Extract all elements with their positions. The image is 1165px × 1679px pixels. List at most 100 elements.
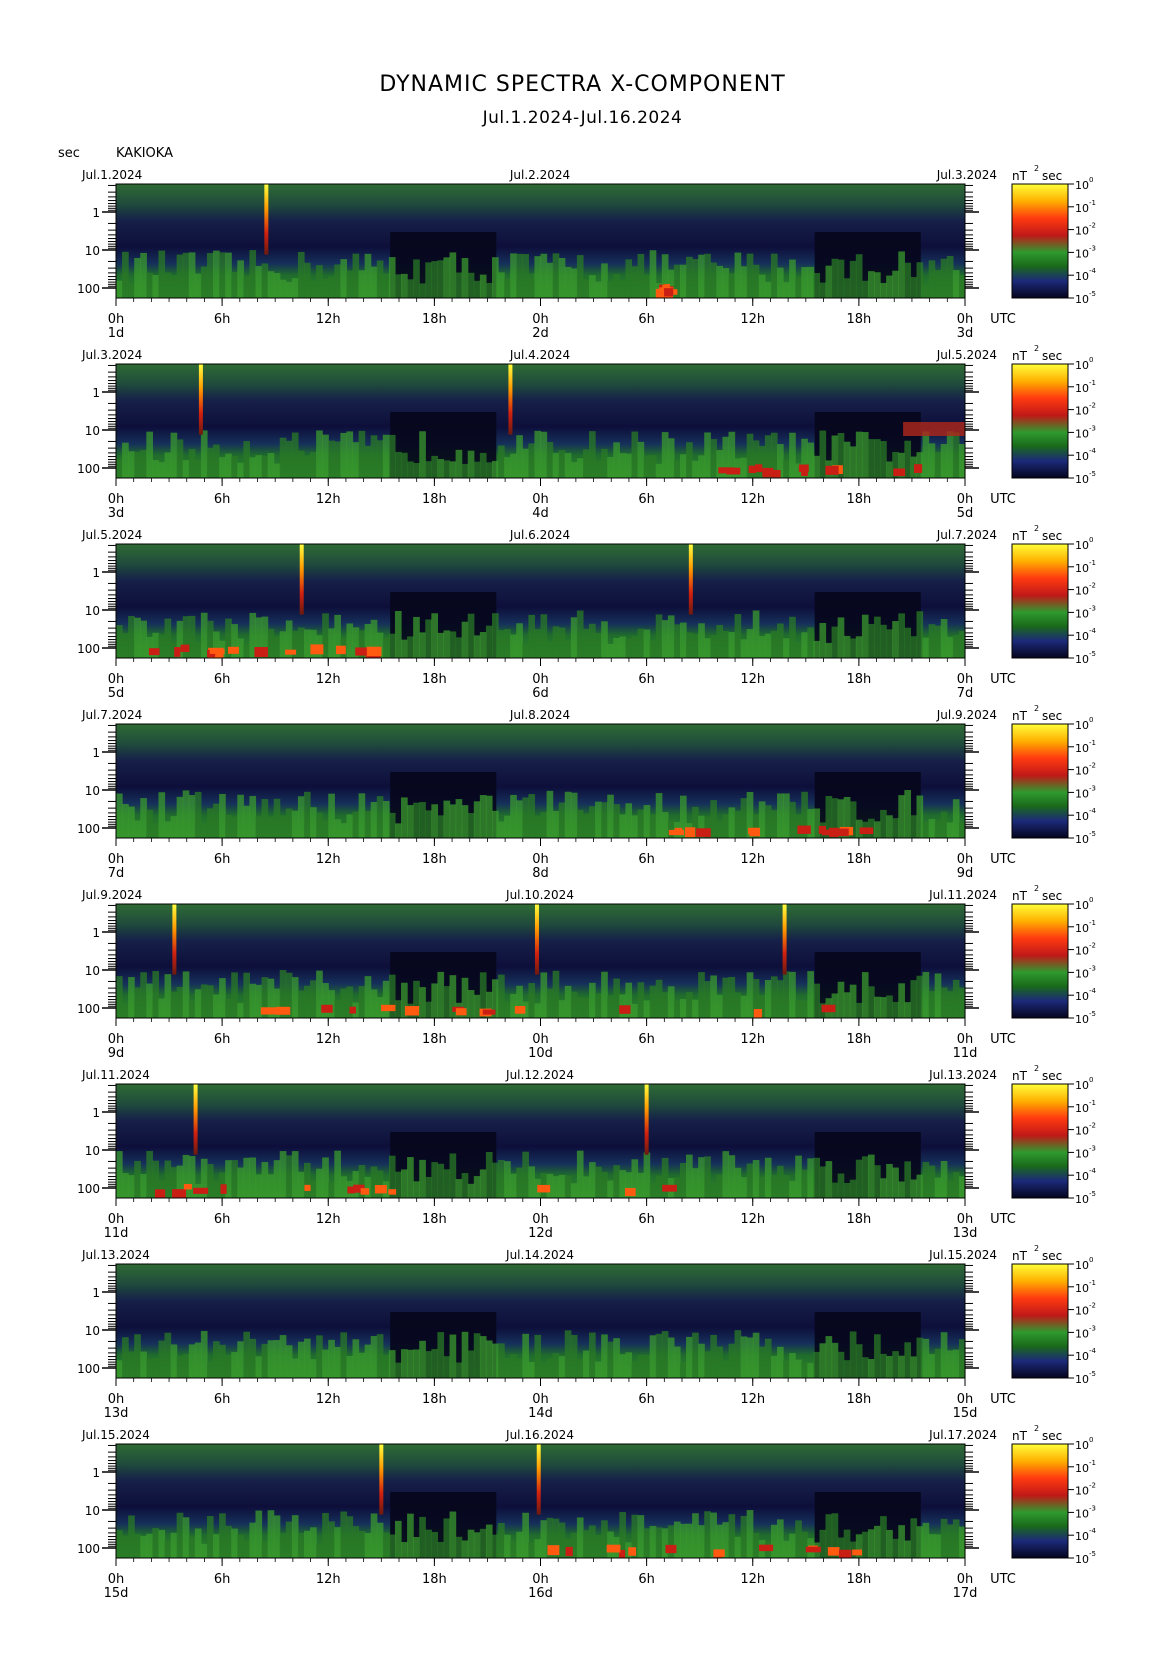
spectral-power-cell xyxy=(334,441,341,478)
spectral-power-cell xyxy=(461,1331,469,1378)
spectral-power-cell xyxy=(279,1532,287,1558)
panel-right-date: Jul.17.2024 xyxy=(928,1428,997,1442)
day-label: 15d xyxy=(104,1586,129,1601)
spectral-power-cell xyxy=(388,812,396,838)
spectral-power-cell xyxy=(491,810,499,838)
spectral-power-cell xyxy=(716,1174,724,1198)
spectral-power-cell xyxy=(182,460,190,478)
spectral-power-cell xyxy=(219,252,226,298)
spectral-power-cell xyxy=(880,1516,887,1558)
spectral-power-cell xyxy=(789,616,796,658)
colorbar-tick-label: 10 xyxy=(1075,293,1089,306)
spectral-power-cell xyxy=(310,1359,317,1378)
spectral-power-cell xyxy=(679,999,687,1018)
spectral-power-cell xyxy=(698,1157,705,1198)
spectral-power-cell xyxy=(795,1155,802,1198)
spectral-power-cell xyxy=(146,1150,153,1198)
spectral-power-cell xyxy=(485,625,493,658)
colorbar-tick-exponent: -4 xyxy=(1089,1347,1097,1355)
spectral-power-cell xyxy=(158,792,166,838)
spectral-power-cell xyxy=(498,974,505,1018)
spectral-power-cell xyxy=(740,639,748,658)
x-tick-label: 12h xyxy=(316,492,341,507)
high-power-cell xyxy=(285,649,297,655)
spectral-power-cell xyxy=(734,1330,742,1378)
colorbar-unit-sec: sec xyxy=(1042,169,1062,183)
spectral-power-cell xyxy=(419,431,426,478)
spectral-power-cell xyxy=(358,270,366,298)
spectral-power-cell xyxy=(188,1536,196,1558)
spectral-power-cell xyxy=(552,1353,560,1378)
spectral-power-cell xyxy=(667,438,675,478)
spectral-power-cell xyxy=(673,1346,681,1378)
spectral-power-cell xyxy=(837,259,845,298)
spectral-power-cell xyxy=(740,1336,748,1378)
spectral-power-cell xyxy=(128,1351,135,1378)
spectral-power-cell xyxy=(667,615,675,658)
colorbar xyxy=(1011,543,1069,659)
colorbar-unit-sec: sec xyxy=(1042,349,1062,363)
spectral-power-cell xyxy=(613,804,620,838)
x-tick-label: 6h xyxy=(638,1572,655,1587)
spectral-power-cell xyxy=(752,610,760,658)
spectral-power-cell xyxy=(686,1154,693,1198)
high-power-cell xyxy=(537,1184,551,1193)
spectral-power-cell xyxy=(643,1354,651,1378)
spectral-power-cell xyxy=(928,1353,936,1378)
spectral-power-cell xyxy=(467,990,475,1018)
colorbar-tick-label: 10 xyxy=(1075,1507,1089,1520)
spectral-power-cell xyxy=(716,450,724,478)
spectral-power-cell xyxy=(473,994,481,1018)
spectral-power-cell xyxy=(783,638,790,658)
spectral-power-cell xyxy=(249,795,257,838)
spectral-power-cell xyxy=(643,805,651,838)
spectral-power-cell xyxy=(461,621,469,658)
colorbar-tick-label: 10 xyxy=(1075,450,1089,463)
spectral-power-cell xyxy=(467,813,475,838)
spectral-power-cell xyxy=(431,1162,439,1198)
broadband-spike xyxy=(198,364,203,435)
spectral-power-cell xyxy=(922,821,930,838)
y-tick-label: 1 xyxy=(92,566,100,580)
spectral-power-cell xyxy=(504,1161,511,1198)
spectral-power-cell xyxy=(164,618,172,658)
spectral-power-cell xyxy=(880,1353,887,1378)
spectral-power-cell xyxy=(843,635,851,658)
spectral-power-cell xyxy=(322,820,329,838)
spectral-power-cell xyxy=(867,439,875,478)
spectral-power-cell xyxy=(576,255,584,298)
spectral-power-cell xyxy=(358,1531,366,1558)
colorbar-tick-label: 10 xyxy=(1075,1259,1089,1272)
high-power-cell xyxy=(381,1004,396,1012)
spectral-power-cell xyxy=(425,619,432,658)
spectral-power-cell xyxy=(261,1161,269,1198)
spectral-power-cell xyxy=(643,1000,651,1018)
spectral-power-cell xyxy=(510,634,517,658)
spectral-power-cell xyxy=(213,250,220,298)
spectral-power-cell xyxy=(140,1174,147,1198)
spectral-power-cell xyxy=(128,283,135,298)
spectral-power-cell xyxy=(722,630,730,658)
spectral-power-cell xyxy=(874,821,881,838)
spectral-power-cell xyxy=(473,1333,481,1378)
spectral-power-cell xyxy=(770,630,778,658)
broadband-spike xyxy=(264,184,269,255)
spectral-power-cell xyxy=(140,798,147,838)
spectral-power-cell xyxy=(595,993,602,1018)
spectral-power-cell xyxy=(401,452,408,478)
y-tick-label: 10 xyxy=(85,424,100,438)
colorbar-tick-exponent: 0 xyxy=(1089,356,1093,364)
spectral-power-cell xyxy=(880,1178,887,1198)
spectral-power-cell xyxy=(546,262,554,298)
spectral-power-cell xyxy=(303,1162,311,1198)
x-tick-label: 0h xyxy=(532,312,549,327)
y-tick-label: 100 xyxy=(77,642,100,656)
x-tick-label: 0h xyxy=(108,672,125,687)
spectral-power-cell xyxy=(206,1516,214,1558)
spectral-power-cell xyxy=(898,1181,905,1198)
colorbar-unit-exponent: 2 xyxy=(1034,1244,1039,1253)
spectral-power-cell xyxy=(655,979,663,1018)
spectral-power-cell xyxy=(303,985,311,1018)
spectral-power-cell xyxy=(158,462,166,478)
spectral-power-cell xyxy=(455,1179,463,1198)
